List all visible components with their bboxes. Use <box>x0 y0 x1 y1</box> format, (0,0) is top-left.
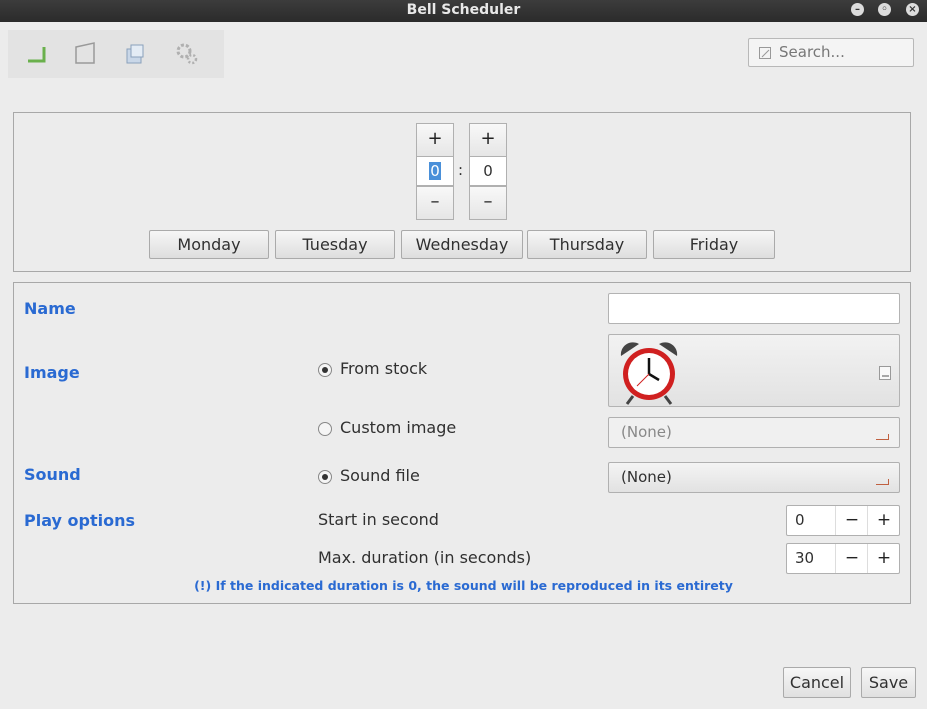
alarm-clock-icon <box>620 342 678 405</box>
file-chooser-icon <box>876 434 889 440</box>
name-label: Name <box>24 299 76 318</box>
hours-input[interactable]: 0 <box>416 156 454 186</box>
custom-image-chooser[interactable]: (None) <box>608 417 900 448</box>
from-stock-radio[interactable] <box>318 363 332 377</box>
start-second-spinner[interactable]: 0 − + <box>786 505 900 536</box>
toolbar <box>8 30 224 78</box>
max-duration-value: 30 <box>795 549 815 567</box>
sound-file-label: Sound file <box>340 466 420 485</box>
settings-icon[interactable] <box>174 41 200 67</box>
copy-icon[interactable] <box>122 41 148 67</box>
minimize-icon[interactable]: – <box>851 3 864 16</box>
image-label: Image <box>24 363 80 382</box>
bell-list-icon[interactable] <box>24 41 50 67</box>
start-second-value: 0 <box>795 511 805 529</box>
file-chooser-icon <box>876 479 889 485</box>
hours-plus-button[interactable]: + <box>416 123 454 157</box>
window-title: Bell Scheduler <box>406 2 521 18</box>
sound-file-value: (None) <box>621 468 672 486</box>
sound-file-radio[interactable] <box>318 470 332 484</box>
hours-spinner: + 0 – <box>416 123 454 220</box>
start-second-plus-button[interactable]: + <box>867 506 900 535</box>
minutes-spinner: + 0 – <box>469 123 507 220</box>
maximize-icon[interactable]: ◦ <box>878 3 891 16</box>
image-chooser-icon <box>879 366 891 380</box>
day-wednesday-button[interactable]: Wednesday <box>401 230 523 259</box>
from-stock-label: From stock <box>340 359 428 378</box>
hours-value: 0 <box>429 162 441 180</box>
max-duration-spinner[interactable]: 30 − + <box>786 543 900 574</box>
search-box[interactable] <box>748 38 914 67</box>
custom-image-value: (None) <box>621 423 672 441</box>
play-options-label: Play options <box>24 511 135 530</box>
duration-note: (!) If the indicated duration is 0, the … <box>194 578 733 593</box>
close-icon[interactable]: × <box>906 3 919 16</box>
custom-image-label: Custom image <box>340 418 457 437</box>
title-bar: Bell Scheduler – ◦ × <box>0 0 927 22</box>
day-tuesday-button[interactable]: Tuesday <box>275 230 395 259</box>
time-separator: : <box>458 161 464 179</box>
day-monday-button[interactable]: Monday <box>149 230 269 259</box>
sound-label: Sound <box>24 465 81 484</box>
max-duration-plus-button[interactable]: + <box>867 544 900 573</box>
save-button[interactable]: Save <box>861 667 916 698</box>
sound-file-chooser[interactable]: (None) <box>608 462 900 493</box>
start-second-label: Start in second <box>318 510 439 529</box>
max-duration-label: Max. duration (in seconds) <box>318 548 532 567</box>
minutes-plus-button[interactable]: + <box>469 123 507 157</box>
minutes-input[interactable]: 0 <box>469 156 507 186</box>
cancel-button[interactable]: Cancel <box>783 667 851 698</box>
day-thursday-button[interactable]: Thursday <box>527 230 647 259</box>
custom-image-radio[interactable] <box>318 422 332 436</box>
search-icon <box>759 47 771 59</box>
day-friday-button[interactable]: Friday <box>653 230 775 259</box>
max-duration-minus-button[interactable]: − <box>835 544 868 573</box>
edit-icon[interactable] <box>72 41 98 67</box>
name-field[interactable] <box>608 293 900 324</box>
minutes-minus-button[interactable]: – <box>469 186 507 220</box>
start-second-minus-button[interactable]: − <box>835 506 868 535</box>
search-input[interactable] <box>779 42 907 62</box>
stock-image-button[interactable] <box>608 334 900 407</box>
hours-minus-button[interactable]: – <box>416 186 454 220</box>
